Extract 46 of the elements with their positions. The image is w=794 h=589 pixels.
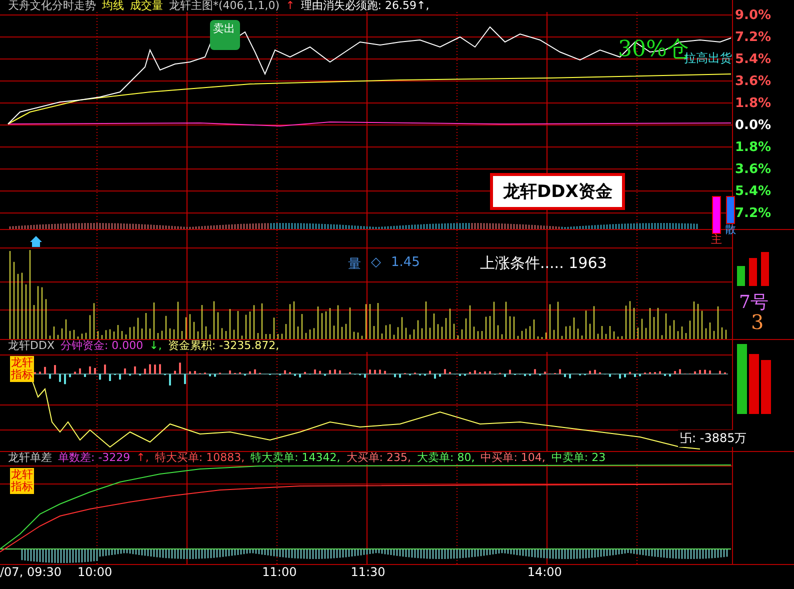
header-text: 天舟文化分时走势 bbox=[8, 0, 96, 12]
header-text: 大卖单: 80, bbox=[417, 452, 475, 464]
bar-chart-icon bbox=[737, 344, 771, 414]
header-text: 特大卖单: 14342, bbox=[250, 452, 340, 464]
header-text: 分钟资金: 0.000 bbox=[60, 340, 144, 352]
header-text: 龙轩DDX bbox=[8, 340, 54, 352]
diamond-symbol: ◇ bbox=[371, 255, 381, 272]
axis-label: 5.4% bbox=[734, 183, 772, 201]
ddx-title: 龙轩DDX资金 bbox=[490, 173, 626, 210]
time-label: 11:00 bbox=[262, 565, 297, 580]
time-label: /07, 09:30 bbox=[0, 565, 62, 580]
header-text: 中买单: 104, bbox=[480, 452, 546, 464]
axis-label: 0.0% bbox=[734, 117, 772, 135]
header-text: 龙轩主图*(406,1,1,0) bbox=[169, 0, 280, 12]
indicator-badge: 龙轩指标 bbox=[10, 356, 34, 382]
axis-label: 5.4% bbox=[734, 51, 772, 69]
header-text: 特大买单: 10883, bbox=[154, 452, 245, 464]
volume-ratio-value: 1.45 bbox=[391, 255, 420, 272]
header-text: 资金累积: -3235.872, bbox=[168, 340, 280, 352]
axis-label: 7.2% bbox=[734, 29, 772, 47]
header-text: 均线 bbox=[102, 0, 124, 12]
house-icon bbox=[30, 236, 42, 247]
header-text: 单数差: -3229 bbox=[58, 452, 130, 464]
axis-label: 1.8% bbox=[734, 95, 772, 113]
header-text: 龙轩单差 bbox=[8, 452, 52, 464]
axis-label: 9.0% bbox=[734, 7, 772, 25]
time-label: 11:30 bbox=[350, 565, 386, 580]
sell-badge: 卖出 bbox=[210, 20, 240, 50]
axis-label: 3.6% bbox=[734, 161, 772, 179]
fund-total: 卐: -3885万 bbox=[678, 430, 749, 447]
header-text: 理由消失必须跑: 26.59↑, bbox=[300, 0, 430, 12]
bar-chart-icon bbox=[737, 252, 769, 286]
header-text: 中卖单: 23 bbox=[551, 452, 606, 464]
header-text: 成交量 bbox=[130, 0, 163, 12]
indicator-badge: 龙轩指标 bbox=[10, 468, 34, 494]
volume-ratio-label: 量 bbox=[348, 256, 361, 273]
header-text: ↓, bbox=[149, 340, 162, 352]
axis-label: 1.8% bbox=[734, 139, 772, 157]
bar-label: 主 bbox=[711, 234, 722, 246]
axis-label: 7.2% bbox=[734, 205, 772, 223]
header-text: ↑ bbox=[286, 0, 295, 12]
time-label: 10:00 bbox=[78, 565, 112, 580]
header-text: ↑, bbox=[136, 452, 149, 464]
header-text: 大买单: 235, bbox=[346, 452, 411, 464]
axis-label: 3.6% bbox=[734, 73, 772, 91]
time-label: 14:00 bbox=[527, 565, 562, 580]
